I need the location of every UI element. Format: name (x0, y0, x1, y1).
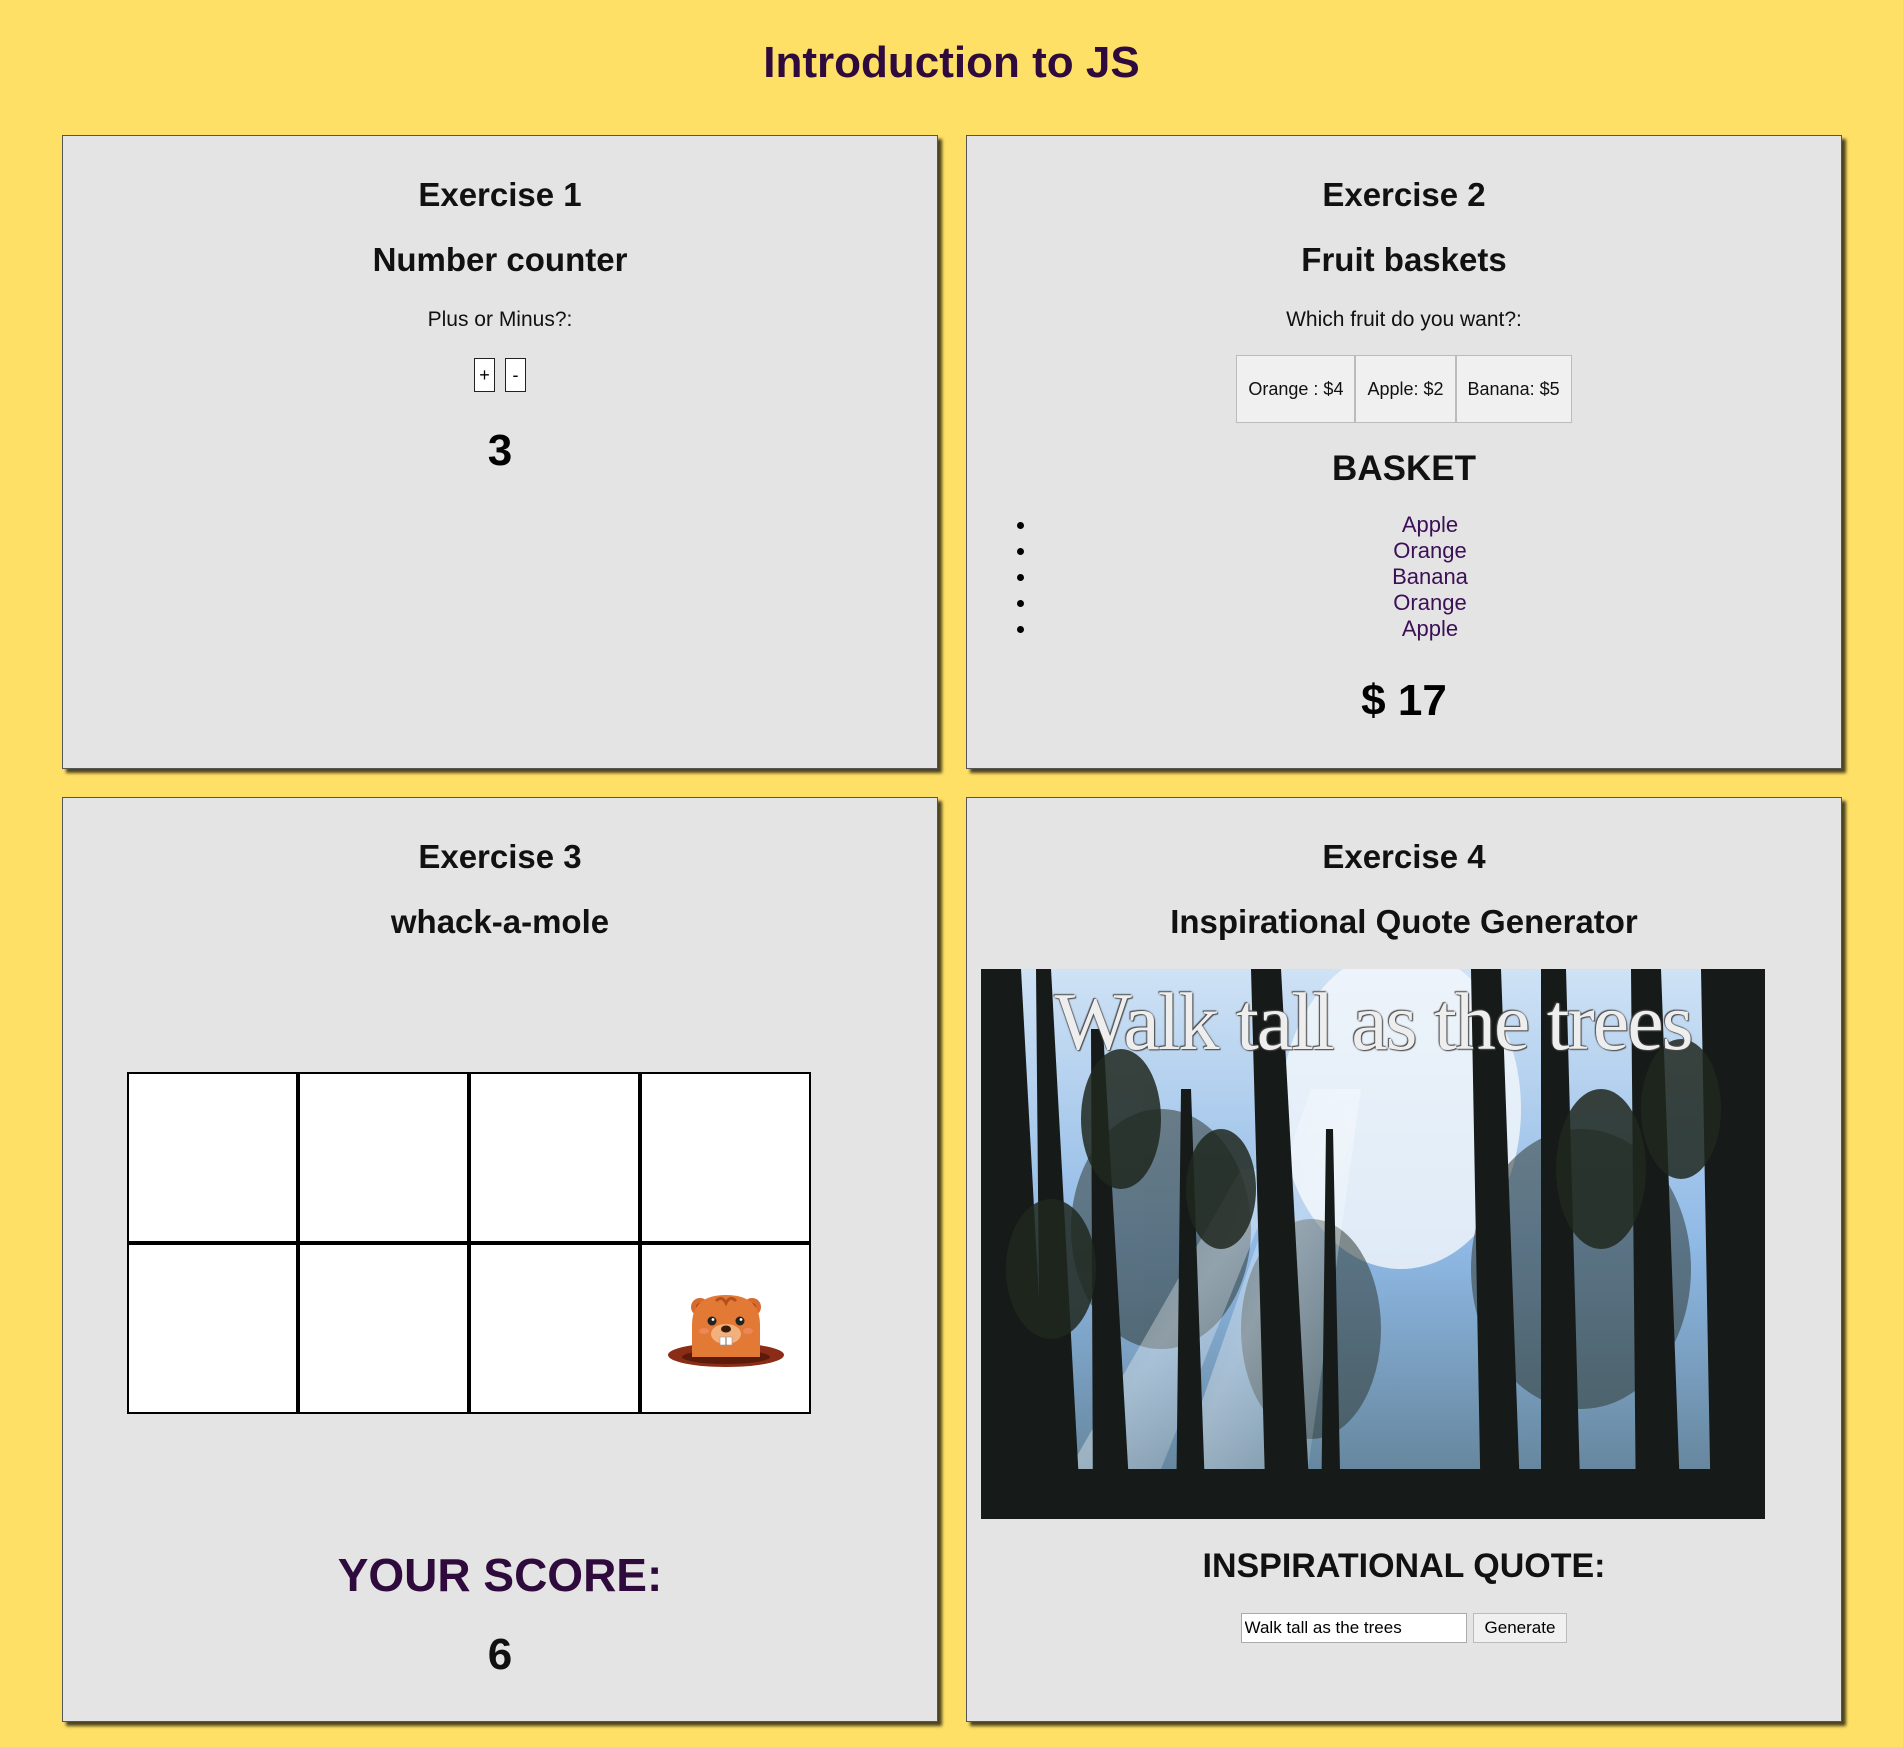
mole-hole[interactable] (471, 1074, 638, 1241)
basket-list: Apple Orange Banana Orange Apple (967, 512, 1841, 642)
orange-button[interactable]: Orange : $4 (1236, 355, 1356, 423)
exercise-2-subtitle: Fruit baskets (1301, 241, 1507, 278)
mole-hole-active[interactable] (642, 1245, 809, 1412)
counter-controls: + - (63, 358, 937, 392)
basket-item: Banana (967, 564, 1841, 590)
basket-item: Apple (967, 616, 1841, 642)
exercise-4-subtitle: Inspirational Quote Generator (1170, 903, 1638, 940)
basket-item-label: Apple (1401, 512, 1459, 537)
basket-item-label: Apple (1401, 616, 1459, 641)
mole-hole[interactable] (129, 1245, 296, 1412)
counter-value: 3 (487, 426, 513, 475)
exercise-3-card: Exercise 3 whack-a-mole YOUR SCORE: 6 (62, 797, 938, 1722)
bullet-icon (1017, 522, 1024, 529)
exercise-3-title: Exercise 3 (418, 838, 582, 875)
generate-button[interactable]: Generate (1472, 1613, 1568, 1643)
exercise-1-subtitle: Number counter (372, 241, 628, 278)
minus-button[interactable]: - (505, 358, 526, 392)
mole-hole[interactable] (471, 1245, 638, 1412)
basket-item-label: Orange (1393, 538, 1467, 563)
fruit-prompt: Which fruit do you want?: (1286, 308, 1522, 331)
exercise-4-title: Exercise 4 (1322, 838, 1486, 875)
score-label: YOUR SCORE: (337, 1549, 663, 1601)
exercise-2-title: Exercise 2 (1322, 176, 1486, 213)
quote-image: Walk tall as the trees (981, 969, 1765, 1519)
apple-button[interactable]: Apple: $2 (1355, 355, 1456, 423)
mole-hole[interactable] (300, 1074, 467, 1241)
page-title: Introduction to JS (763, 38, 1140, 87)
fruit-buttons: Orange : $4 Apple: $2 Banana: $5 (967, 355, 1841, 423)
plus-button[interactable]: + (474, 358, 495, 392)
bullet-icon (1017, 600, 1024, 607)
basket-item: Apple (967, 512, 1841, 538)
basket-item: Orange (967, 590, 1841, 616)
exercise-1-title: Exercise 1 (418, 176, 582, 213)
quote-heading: INSPIRATIONAL QUOTE: (1202, 1547, 1606, 1585)
mole-hole[interactable] (642, 1074, 809, 1241)
basket-total: $ 17 (1361, 676, 1447, 725)
basket-title: BASKET (1332, 449, 1476, 488)
quote-form: Generate (967, 1613, 1841, 1643)
quote-input[interactable] (1240, 1613, 1467, 1643)
exercise-4-card: Exercise 4 Inspirational Quote Generator (966, 797, 1842, 1722)
bullet-icon (1017, 548, 1024, 555)
exercise-2-card: Exercise 2 Fruit baskets Which fruit do … (966, 135, 1842, 769)
image-quote-text: Walk tall as the trees (1054, 976, 1693, 1067)
basket-item-label: Orange (1393, 590, 1467, 615)
bullet-icon (1017, 574, 1024, 581)
counter-prompt: Plus or Minus?: (427, 308, 573, 331)
score-value: 6 (487, 1630, 513, 1679)
exercise-3-subtitle: whack-a-mole (390, 903, 610, 940)
exercise-1-card: Exercise 1 Number counter Plus or Minus?… (62, 135, 938, 769)
banana-button[interactable]: Banana: $5 (1455, 355, 1572, 423)
mole-grid (127, 1072, 811, 1414)
bullet-icon (1017, 626, 1024, 633)
mole-hole[interactable] (300, 1245, 467, 1412)
basket-item: Orange (967, 538, 1841, 564)
mole-icon[interactable] (666, 1291, 786, 1371)
mole-hole[interactable] (129, 1074, 296, 1241)
basket-item-label: Banana (1392, 564, 1468, 589)
